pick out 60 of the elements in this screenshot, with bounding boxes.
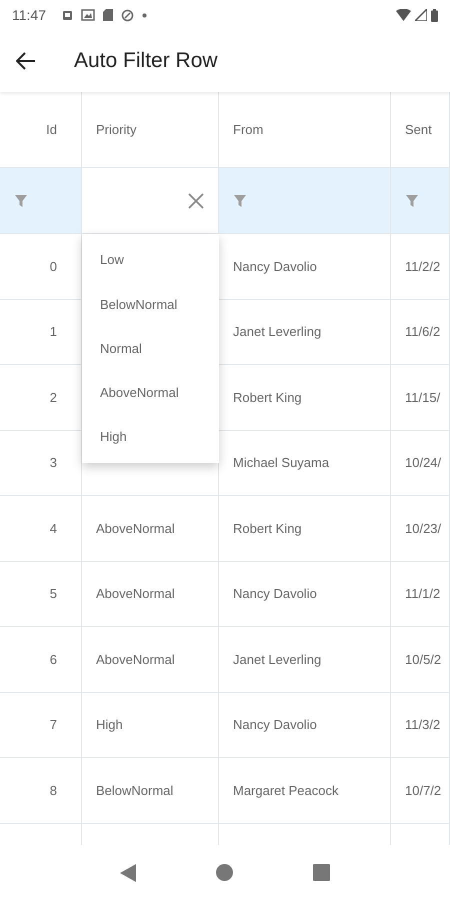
column-header[interactable]: Id: [46, 120, 57, 140]
table-cell-text: 0: [50, 258, 57, 276]
table-cell-text: AboveNormal: [96, 650, 175, 668]
table-cell-text: 2: [50, 388, 57, 406]
home-nav-icon[interactable]: [216, 864, 233, 881]
dropdown-item[interactable]: AboveNormal: [82, 382, 219, 402]
table-cell-text: Nancy Davolio: [233, 258, 317, 276]
table-cell-text: Nancy Davolio: [233, 585, 317, 603]
page-title: Auto Filter Row: [74, 48, 218, 74]
table-cell-text: 11/15/: [405, 388, 440, 406]
table-cell-text: 11/3/2: [405, 716, 440, 734]
table-cell-text: Robert King: [233, 388, 302, 407]
image-icon: [81, 9, 95, 21]
sd-card-icon: [103, 9, 113, 21]
clear-icon[interactable]: [188, 192, 204, 208]
table-cell-text: Robert King: [233, 520, 302, 538]
table-cell-text: 10/23/: [405, 520, 442, 538]
table-cell-text: Margaret Peacock: [233, 782, 338, 800]
table-cell-text: 5: [50, 585, 57, 603]
column-header[interactable]: Priority: [96, 120, 136, 140]
table-cell-text: AboveNormal: [96, 520, 175, 538]
filter-cell[interactable]: [391, 168, 450, 233]
back-arrow-icon[interactable]: [16, 52, 36, 70]
table-cell-text: 11/2/2: [405, 258, 440, 276]
table-cell-text: 10/5/2: [405, 650, 442, 668]
table-cell-text: 6: [50, 650, 57, 668]
status-time: 11:47: [12, 6, 46, 24]
table-cell-text: BelowNormal: [96, 782, 174, 800]
back-nav-icon[interactable]: [120, 864, 136, 882]
table-cell-text: Janet Leverling: [233, 650, 322, 669]
table-cell-text: 7: [50, 716, 57, 734]
filter-cell[interactable]: [0, 168, 82, 233]
table-cell-text: 8: [50, 782, 57, 800]
dropdown-item[interactable]: Normal: [82, 338, 219, 358]
filter-icon[interactable]: [233, 194, 247, 208]
table-cell-text: Nancy Davolio: [233, 716, 317, 734]
table-cell-text: 11/6/2: [405, 323, 440, 341]
table-cell-text: 10/24/: [405, 454, 442, 472]
table-cell-text: 4: [50, 520, 57, 538]
table-cell-text: 3: [50, 454, 57, 472]
filter-icon[interactable]: [405, 194, 419, 208]
table-cell-text: Janet Leverling: [233, 323, 322, 341]
column-header[interactable]: From: [233, 120, 264, 140]
table-cell-text: High: [96, 716, 123, 734]
table-cell-text: 1: [50, 323, 57, 341]
dropdown-item[interactable]: High: [82, 427, 219, 447]
battery-icon: [431, 8, 438, 22]
column-header[interactable]: Sent: [405, 120, 432, 140]
signal-icon: [415, 9, 427, 21]
table-cell-text: 11/1/2: [405, 585, 440, 603]
table-cell-text: AboveNormal: [96, 585, 175, 603]
filter-icon[interactable]: [14, 194, 28, 208]
dropdown-item[interactable]: Low: [82, 250, 219, 270]
wifi-icon: [396, 9, 411, 21]
table-cell-text: 10/7/2: [405, 782, 442, 800]
table-cell-text: Michael Suyama: [233, 454, 330, 472]
notification-icon: [62, 10, 73, 20]
dropdown-item[interactable]: BelowNormal: [82, 294, 219, 314]
dot-icon: [142, 12, 147, 18]
filter-cell[interactable]: [219, 168, 391, 233]
